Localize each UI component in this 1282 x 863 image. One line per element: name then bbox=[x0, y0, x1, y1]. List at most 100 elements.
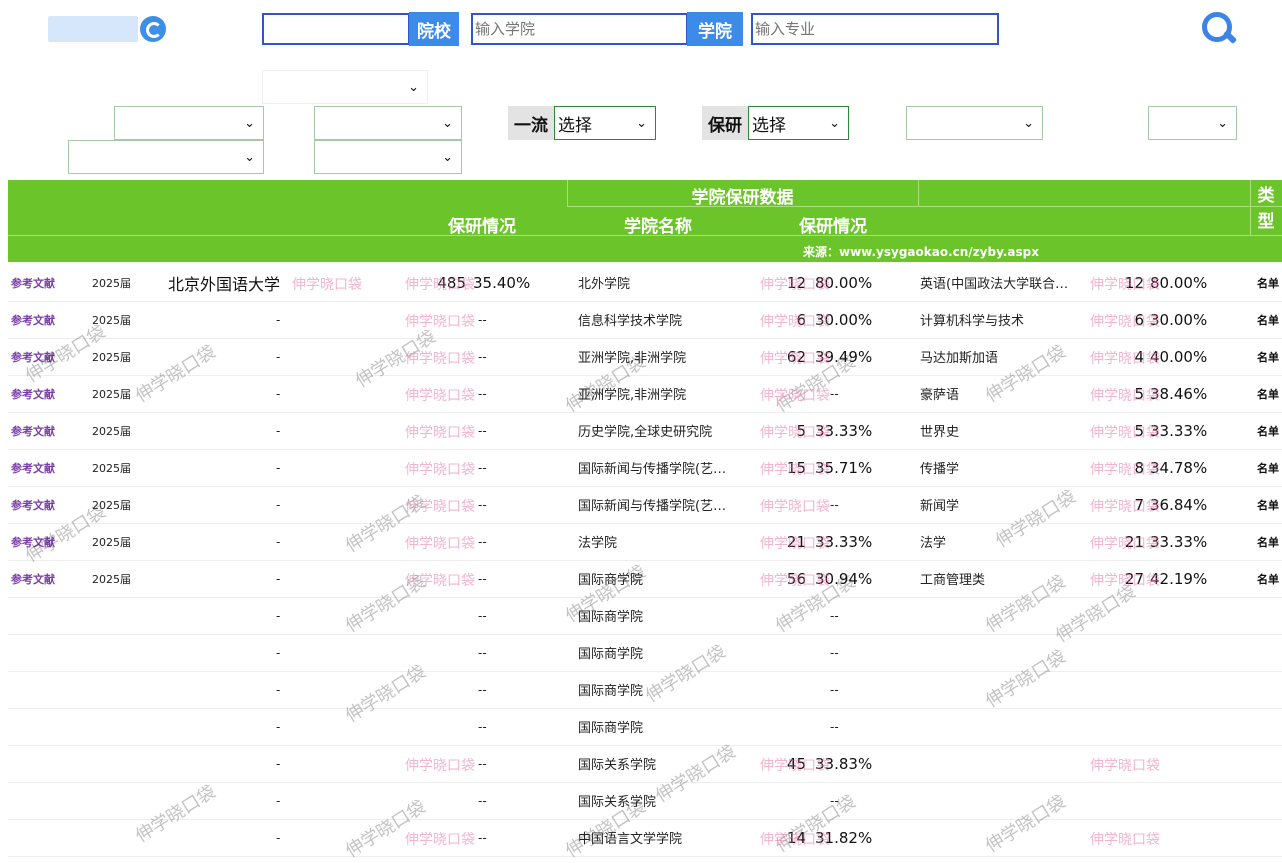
college-data-group-header: 学院保研数据 bbox=[691, 188, 794, 208]
table-row: 参考文献 2025届 - -- 历史学院,全球史研究院 5 33.33% 世界史 5 33.33%… bbox=[8, 412, 1282, 450]
filter-select-2[interactable]: ⌄ bbox=[314, 106, 462, 140]
college-baoyan-count: 15 bbox=[786, 458, 806, 477]
uni-baoyan-count bbox=[416, 819, 466, 856]
graduation-year: 2025届 bbox=[92, 313, 131, 327]
college-name: 国际新闻与传播学院(艺… bbox=[578, 499, 727, 514]
college-search-button[interactable]: 学院 bbox=[687, 12, 743, 46]
major-name: 马达加斯加语 bbox=[920, 351, 999, 366]
school-search-button[interactable]: 院校 bbox=[409, 12, 459, 46]
college-baoyan-rate: 39.49% bbox=[815, 347, 873, 366]
reference-link[interactable]: 参考文献 bbox=[11, 449, 55, 486]
university-name: - bbox=[276, 349, 281, 364]
major-name: 新闻学 bbox=[920, 499, 960, 514]
baoyan-value: 选择 bbox=[752, 115, 786, 136]
table-row: - -- 国际商学院 -- bbox=[8, 671, 1282, 709]
college-baoyan-rate: 33.33% bbox=[815, 421, 873, 440]
college-name: 国际关系学院 bbox=[578, 758, 657, 773]
list-link[interactable]: 名单 bbox=[1257, 560, 1279, 597]
college-name: 法学院 bbox=[578, 536, 618, 551]
university-name: - bbox=[276, 460, 281, 475]
university-name: - bbox=[276, 756, 281, 771]
filter-select-1[interactable]: ⌄ bbox=[114, 106, 264, 140]
university-name: - bbox=[276, 312, 281, 327]
uni-baoyan-rate: -- bbox=[478, 719, 487, 734]
filter-select-5[interactable]: ⌄ bbox=[68, 140, 264, 174]
uni-baoyan-rate: -- bbox=[478, 497, 487, 512]
data-source-note: 来源：www.ysygaokao.cn/zyby.aspx bbox=[803, 245, 1039, 259]
college-name: 中国语言文学学院 bbox=[578, 832, 683, 847]
major-baoyan-count bbox=[1098, 782, 1144, 819]
major-baoyan-count bbox=[1098, 597, 1144, 634]
uni-baoyan-rate: -- bbox=[478, 830, 487, 845]
reference-link[interactable]: 参考文献 bbox=[11, 523, 55, 560]
filter-select-4[interactable]: ⌄ bbox=[1148, 106, 1237, 140]
reference-link[interactable]: 参考文献 bbox=[11, 486, 55, 523]
reference-link[interactable]: 参考文献 bbox=[11, 301, 55, 338]
major-name: 计算机科学与技术 bbox=[920, 314, 1025, 329]
college-name: 历史学院,全球史研究院 bbox=[578, 425, 713, 440]
table-row: 参考文献 2025届 - -- 信息科学技术学院 6 30.00% 计算机科学与技术 6 30.0… bbox=[8, 301, 1282, 339]
college-baoyan-rate: -- bbox=[830, 386, 839, 401]
college-baoyan-count bbox=[760, 634, 806, 671]
major-baoyan-rate: 38.46% bbox=[1150, 384, 1208, 403]
uni-baoyan-count bbox=[416, 486, 466, 523]
filter-select-6[interactable]: ⌄ bbox=[314, 140, 462, 174]
list-link[interactable]: 名单 bbox=[1257, 264, 1279, 301]
college-baoyan-count: 21 bbox=[786, 532, 806, 551]
college-baoyan-count: 14 bbox=[786, 828, 806, 847]
major-baoyan-rate: 36.84% bbox=[1150, 495, 1208, 514]
graduation-year: 2025届 bbox=[92, 276, 131, 290]
search-icon[interactable] bbox=[1196, 10, 1238, 48]
reference-link[interactable]: 参考文献 bbox=[11, 338, 55, 375]
college-search-input[interactable] bbox=[471, 13, 688, 45]
college-baoyan-count bbox=[760, 782, 806, 819]
reference-link[interactable]: 参考文献 bbox=[11, 412, 55, 449]
uni-baoyan-count bbox=[416, 782, 466, 819]
table-row: 参考文献 2025届 - -- 国际商学院 56 30.94% 工商管理类 27 42.19% 名单 bbox=[8, 560, 1282, 598]
reference-link[interactable]: 参考文献 bbox=[11, 264, 55, 301]
table-row: 参考文献 2025届 - -- 法学院 21 33.33% 法学 21 33.33% 名单 bbox=[8, 523, 1282, 561]
uni-baoyan-rate: -- bbox=[478, 312, 487, 327]
college-name: 国际商学院 bbox=[578, 647, 644, 662]
uni-baoyan-rate: -- bbox=[478, 571, 487, 586]
college-baoyan-count: 12 bbox=[786, 273, 806, 292]
list-link[interactable]: 名单 bbox=[1257, 486, 1279, 523]
major-name: 工商管理类 bbox=[920, 573, 986, 588]
uni-baoyan-count bbox=[416, 708, 466, 745]
uni-baoyan-count: 485 bbox=[437, 273, 466, 292]
major-baoyan-count: 27 bbox=[1124, 569, 1144, 588]
filter-select-3[interactable]: ⌄ bbox=[906, 106, 1043, 140]
list-link[interactable]: 名单 bbox=[1257, 301, 1279, 338]
uni-baoyan-count bbox=[416, 412, 466, 449]
list-link[interactable]: 名单 bbox=[1257, 412, 1279, 449]
college-baoyan-rate: 35.71% bbox=[815, 458, 873, 477]
site-logo[interactable] bbox=[30, 12, 166, 46]
uni-baoyan-count bbox=[416, 560, 466, 597]
major-baoyan-count: 5 bbox=[1134, 384, 1144, 403]
college-baoyan-count bbox=[760, 486, 806, 523]
list-link[interactable]: 名单 bbox=[1257, 338, 1279, 375]
province-select[interactable]: ⌄ bbox=[262, 70, 428, 104]
college-baoyan-rate: 33.83% bbox=[815, 754, 873, 773]
uni-baoyan-rate: -- bbox=[478, 756, 487, 771]
graduation-year: 2025届 bbox=[92, 535, 131, 549]
list-link[interactable]: 名单 bbox=[1257, 375, 1279, 412]
table-row: - -- 国际商学院 -- bbox=[8, 708, 1282, 746]
reference-link[interactable]: 参考文献 bbox=[11, 560, 55, 597]
major-baoyan-rate: 30.00% bbox=[1150, 310, 1208, 329]
reference-link[interactable]: 参考文献 bbox=[11, 375, 55, 412]
major-search-input[interactable] bbox=[751, 13, 999, 45]
table-row: 参考文献 2025届 - -- 亚洲学院,非洲学院 62 39.49% 马达加斯加语 4 40.0… bbox=[8, 338, 1282, 376]
major-baoyan-count bbox=[1098, 634, 1144, 671]
list-link[interactable]: 名单 bbox=[1257, 449, 1279, 486]
college-baoyan-rate: -- bbox=[830, 608, 839, 623]
college-name: 信息科学技术学院 bbox=[578, 314, 683, 329]
first-class-value: 选择 bbox=[558, 115, 592, 136]
school-search-input[interactable] bbox=[262, 13, 410, 45]
first-class-select[interactable]: 选择 ⌄ bbox=[554, 106, 656, 140]
list-link[interactable]: 名单 bbox=[1257, 523, 1279, 560]
college-baoyan-count: 5 bbox=[796, 421, 806, 440]
major-baoyan-count bbox=[1098, 819, 1144, 856]
baoyan-select[interactable]: 选择 ⌄ bbox=[748, 106, 849, 140]
major-name: 世界史 bbox=[920, 425, 960, 440]
